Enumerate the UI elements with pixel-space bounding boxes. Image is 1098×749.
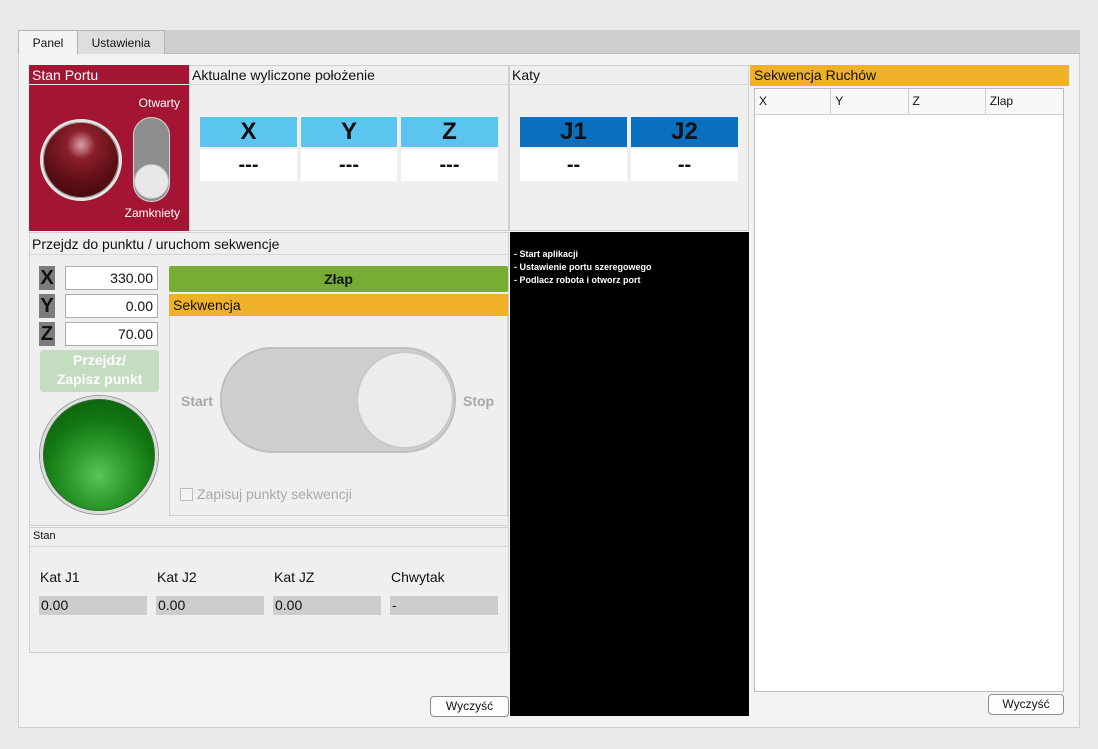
port-toggle-knob[interactable] [134, 164, 169, 199]
input-x-label: X [39, 266, 55, 290]
port-status-indicator [40, 119, 122, 201]
status-jz-value: 0.00 [273, 596, 381, 615]
clear-log-button[interactable]: Wyczyść [430, 696, 509, 717]
column-header-grab[interactable]: Zlap [986, 89, 1063, 114]
input-y-label: Y [39, 294, 55, 318]
grab-button[interactable]: Złap [169, 266, 508, 292]
sequence-toggle-knob[interactable] [356, 351, 454, 449]
port-closed-label: Zamkniety [124, 206, 180, 220]
tab-settings[interactable]: Ustawienia [77, 30, 165, 54]
go-status-indicator [40, 396, 158, 514]
log-line: - Ustawienie portu szeregowego [514, 262, 652, 272]
status-j2-value: 0.00 [156, 596, 264, 615]
axis-x-header: X [200, 117, 297, 147]
axis-z-header: Z [401, 117, 498, 147]
clear-sequence-button[interactable]: Wyczyść [988, 694, 1064, 715]
joint-j2-header: J2 [631, 117, 738, 147]
axis-x-value: --- [200, 149, 297, 181]
column-header-y[interactable]: Y [831, 89, 909, 114]
sequence-stop-label: Stop [463, 393, 495, 409]
status-gripper-label: Chwytak [391, 569, 445, 585]
port-open-label: Otwarty [138, 96, 180, 110]
port-state-title: Stan Portu [29, 65, 189, 85]
status-j1-value: 0.00 [39, 596, 147, 615]
input-z-label: Z [39, 322, 55, 346]
save-points-label: Zapisuj punkty sekwencji [197, 486, 352, 502]
sequence-start-label: Start [181, 393, 213, 409]
sequence-title: Sekwencja [169, 294, 508, 316]
save-points-checkbox[interactable] [180, 488, 193, 501]
position-panel [189, 65, 509, 231]
y-input[interactable]: 0.00 [65, 294, 158, 318]
goto-title: Przejdz do punktu / uruchom sekwencje [29, 233, 509, 255]
axis-y-header: Y [301, 117, 397, 147]
motion-sequence-header-row: X Y Z Zlap [755, 89, 1063, 115]
go-save-point-label-line1: Przejdz/ [73, 352, 126, 368]
tab-panel[interactable]: Panel [18, 30, 78, 55]
status-j1-label: Kat J1 [40, 569, 80, 585]
axis-z-value: --- [401, 149, 498, 181]
go-save-point-label-line2: Zapisz punkt [56, 371, 143, 387]
position-title: Aktualne wyliczone położenie [189, 65, 509, 85]
status-title: Stan [29, 527, 509, 547]
status-gripper-value: - [390, 596, 498, 615]
tab-bar [18, 30, 1080, 54]
column-header-x[interactable]: X [755, 89, 832, 114]
z-input[interactable]: 70.00 [65, 322, 158, 346]
go-save-point-button[interactable]: Przejdz/ Zapisz punkt [40, 350, 159, 392]
joint-j1-value: -- [520, 149, 627, 181]
column-header-z[interactable]: Z [909, 89, 986, 114]
status-j2-label: Kat J2 [157, 569, 197, 585]
motion-sequence-title: Sekwencja Ruchów [750, 65, 1069, 86]
joint-j1-header: J1 [520, 117, 627, 147]
x-input[interactable]: 330.00 [65, 266, 158, 290]
status-jz-label: Kat JZ [274, 569, 315, 585]
angles-title: Katy [509, 65, 749, 85]
angles-panel [509, 65, 749, 231]
log-console: - Start aplikacji - Ustawienie portu sze… [510, 232, 749, 716]
axis-y-value: --- [301, 149, 397, 181]
log-line: - Start aplikacji [514, 249, 579, 259]
joint-j2-value: -- [631, 149, 738, 181]
motion-sequence-table[interactable] [754, 88, 1064, 692]
log-line: - Podlacz robota i otworz port [514, 275, 641, 285]
